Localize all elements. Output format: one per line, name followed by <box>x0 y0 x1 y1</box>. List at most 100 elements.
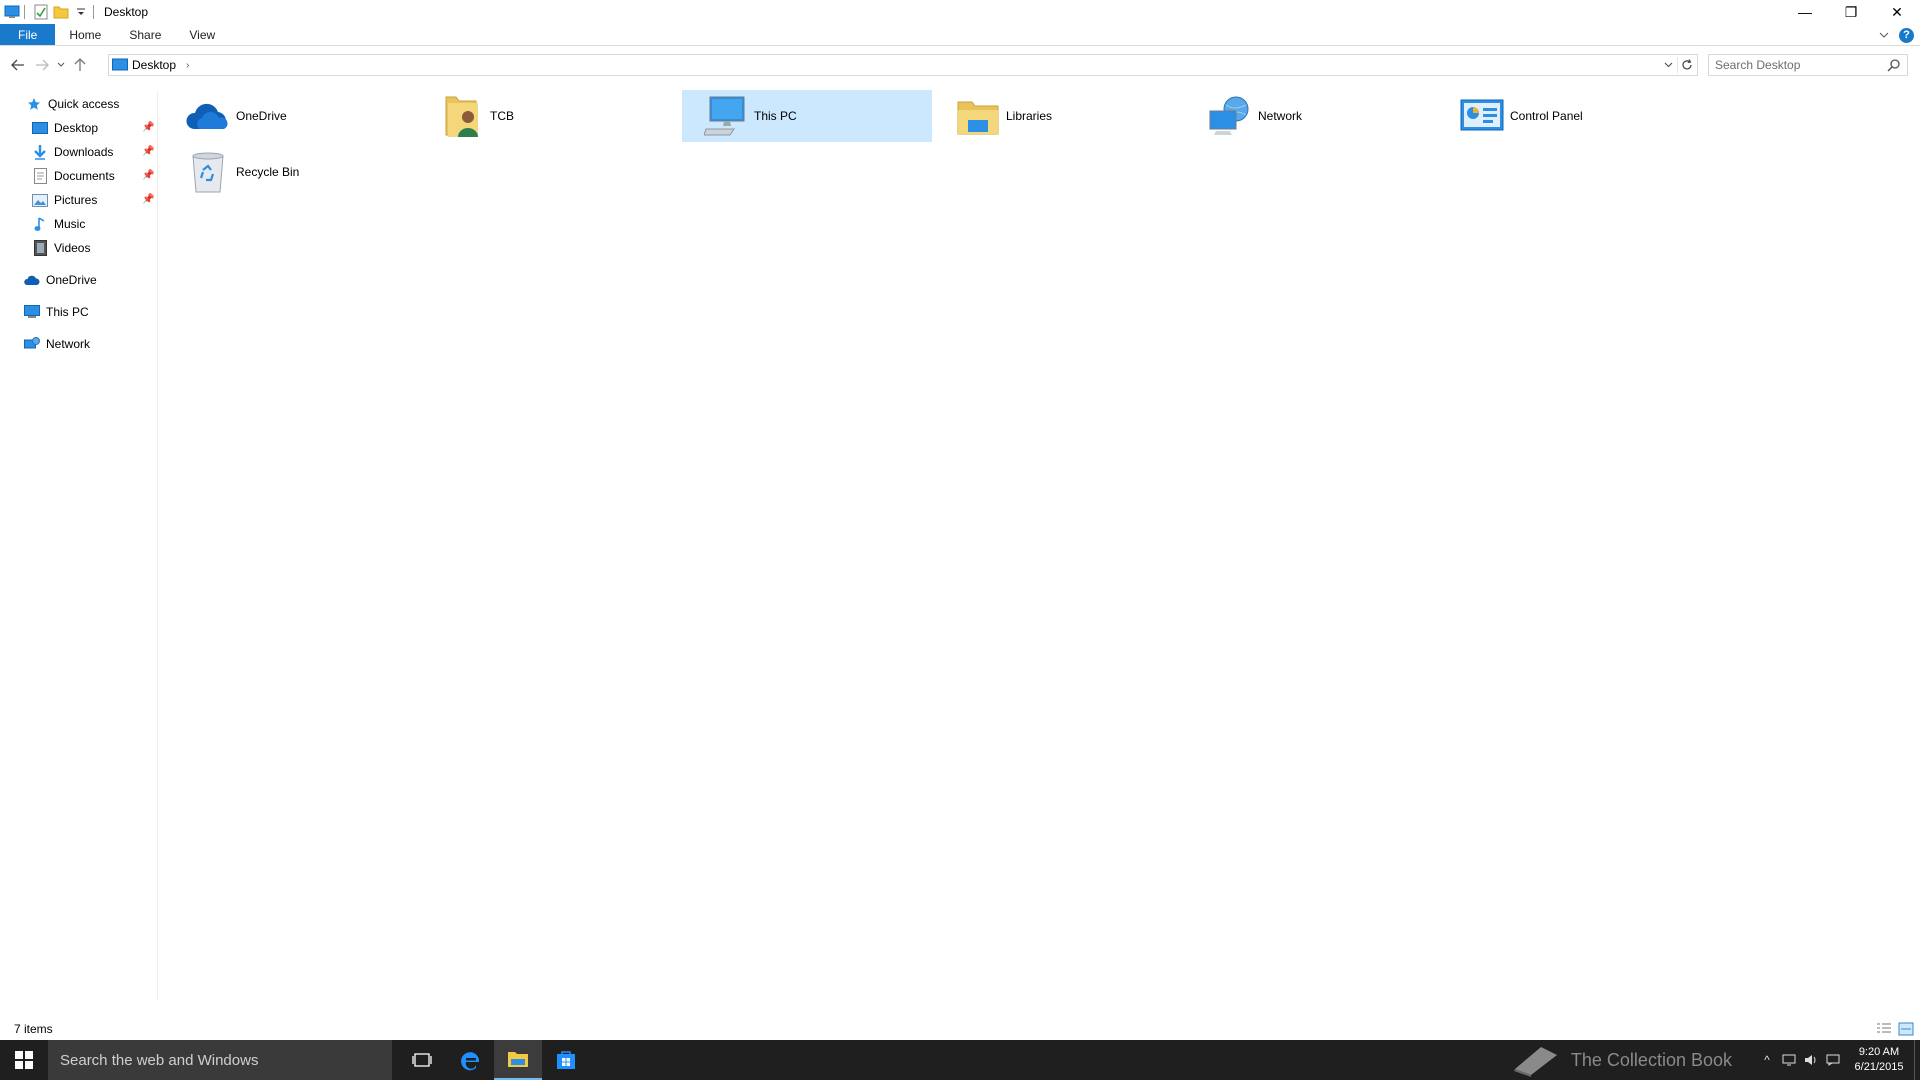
pin-icon: 📌 <box>142 170 155 181</box>
expand-ribbon-icon[interactable] <box>1879 28 1889 42</box>
file-list: OneDrive TCB This PC Libraries Network C… <box>160 82 1920 1002</box>
breadcrumb-chevron-icon[interactable]: › <box>186 60 189 71</box>
minimize-button[interactable]: — <box>1782 0 1828 24</box>
onedrive-icon <box>24 272 40 288</box>
libraries-icon <box>954 92 1002 140</box>
documents-icon <box>32 168 48 184</box>
edge-button[interactable] <box>446 1040 494 1080</box>
item-tcb[interactable]: TCB <box>418 90 668 142</box>
file-explorer-taskbar-button[interactable] <box>494 1040 542 1080</box>
title-bar: Desktop — ❐ ✕ <box>0 0 1920 24</box>
taskbar-search[interactable]: Search the web and Windows <box>48 1040 392 1080</box>
nav-label: OneDrive <box>46 273 97 287</box>
nav-pictures[interactable]: Pictures <box>32 189 97 211</box>
nav-label: Network <box>46 337 91 351</box>
nav-documents[interactable]: Documents <box>32 165 115 187</box>
breadcrumb-desktop[interactable]: Desktop <box>132 58 176 72</box>
search-input[interactable] <box>1715 58 1885 72</box>
window-icon[interactable] <box>4 4 20 20</box>
book-logo-icon <box>1513 1047 1557 1077</box>
clock-date: 6/21/2015 <box>1854 1061 1904 1073</box>
nav-network[interactable]: Network <box>24 333 90 355</box>
nav-label: Videos <box>54 241 91 255</box>
tab-view[interactable]: View <box>175 24 229 45</box>
nav-videos[interactable]: Videos <box>32 237 90 259</box>
user-folder-icon <box>438 92 486 140</box>
item-label: Network <box>1258 109 1303 123</box>
store-icon <box>557 1051 575 1069</box>
details-view-icon[interactable] <box>1876 1022 1892 1036</box>
system-tray: The Collection Book ^ 9:20 AM 6/21/2015 <box>1511 1040 1920 1080</box>
help-icon[interactable]: ? <box>1899 27 1914 43</box>
address-dropdown-icon[interactable] <box>1661 58 1675 72</box>
music-note-icon <box>32 216 48 232</box>
item-control-panel[interactable]: Control Panel <box>1438 90 1688 142</box>
nav-desktop[interactable]: Desktop <box>32 117 98 139</box>
store-button[interactable] <box>542 1040 590 1080</box>
search-box <box>1708 54 1908 76</box>
folder-icon <box>508 1052 528 1067</box>
pin-icon: 📌 <box>142 146 155 157</box>
network-icon <box>1206 92 1254 140</box>
properties-icon[interactable] <box>33 4 49 20</box>
close-button[interactable]: ✕ <box>1874 0 1920 24</box>
tab-share[interactable]: Share <box>115 24 175 45</box>
clock[interactable]: 9:20 AM 6/21/2015 <box>1844 1045 1914 1075</box>
item-label: This PC <box>754 109 797 123</box>
restore-button[interactable]: ❐ <box>1828 0 1874 24</box>
nav-label: Music <box>54 217 86 231</box>
forward-arrow-icon <box>36 59 49 71</box>
nav-quick-access[interactable]: Quick access <box>26 93 119 115</box>
taskbar-search-placeholder: Search the web and Windows <box>60 1051 259 1069</box>
forward-button[interactable] <box>30 53 54 77</box>
item-label: OneDrive <box>236 109 287 123</box>
window-title: Desktop <box>104 5 149 19</box>
refresh-icon[interactable] <box>1677 57 1695 73</box>
tab-file[interactable]: File <box>0 24 56 45</box>
up-button[interactable] <box>68 53 92 77</box>
pictures-icon <box>32 192 48 208</box>
window-controls: — ❐ ✕ <box>1782 0 1920 24</box>
edge-icon <box>461 1052 479 1071</box>
nav-label: Pictures <box>54 193 98 207</box>
nav-onedrive[interactable]: OneDrive <box>24 269 97 291</box>
recycle-bin-icon <box>184 148 232 196</box>
back-button[interactable] <box>6 53 30 77</box>
desktop-icon <box>32 120 48 136</box>
watermark: The Collection Book <box>1511 1043 1732 1077</box>
view-toggle <box>1876 1022 1914 1036</box>
item-label: TCB <box>490 109 514 123</box>
item-onedrive[interactable]: OneDrive <box>164 90 414 142</box>
nav-downloads[interactable]: Downloads <box>32 141 113 163</box>
show-hidden-icons-chevron-icon[interactable]: ^ <box>1756 1040 1778 1080</box>
customize-toolbar-dropdown-icon[interactable] <box>73 4 89 20</box>
item-count: 7 items <box>14 1022 53 1036</box>
item-this-pc[interactable]: This PC <box>682 90 932 142</box>
chevron-down-icon <box>57 62 65 67</box>
windows-logo-icon <box>15 1051 33 1069</box>
network-tray-icon[interactable] <box>1778 1040 1800 1080</box>
search-icon[interactable] <box>1887 58 1901 72</box>
videos-icon <box>32 240 48 256</box>
status-bar: 7 items <box>0 1018 1920 1040</box>
task-view-button[interactable] <box>398 1040 446 1080</box>
desktop-icon <box>112 58 128 71</box>
large-icons-view-icon[interactable] <box>1898 1022 1914 1036</box>
nav-music[interactable]: Music <box>32 213 85 235</box>
new-folder-icon[interactable] <box>53 4 69 20</box>
start-button[interactable] <box>0 1040 48 1080</box>
volume-icon[interactable] <box>1800 1040 1822 1080</box>
toolbar-separator <box>93 5 94 19</box>
computer-icon <box>24 304 40 320</box>
address-bar[interactable]: Desktop › <box>108 54 1698 76</box>
show-desktop-button[interactable] <box>1914 1040 1920 1080</box>
item-network[interactable]: Network <box>1186 90 1436 142</box>
nav-this-pc[interactable]: This PC <box>24 301 89 323</box>
tab-home[interactable]: Home <box>55 24 115 45</box>
recent-locations-button[interactable] <box>54 53 68 77</box>
nav-label: Desktop <box>54 121 99 135</box>
item-libraries[interactable]: Libraries <box>934 90 1184 142</box>
action-center-icon[interactable] <box>1822 1040 1844 1080</box>
up-arrow-icon <box>74 58 86 71</box>
item-recycle-bin[interactable]: Recycle Bin <box>164 146 414 198</box>
